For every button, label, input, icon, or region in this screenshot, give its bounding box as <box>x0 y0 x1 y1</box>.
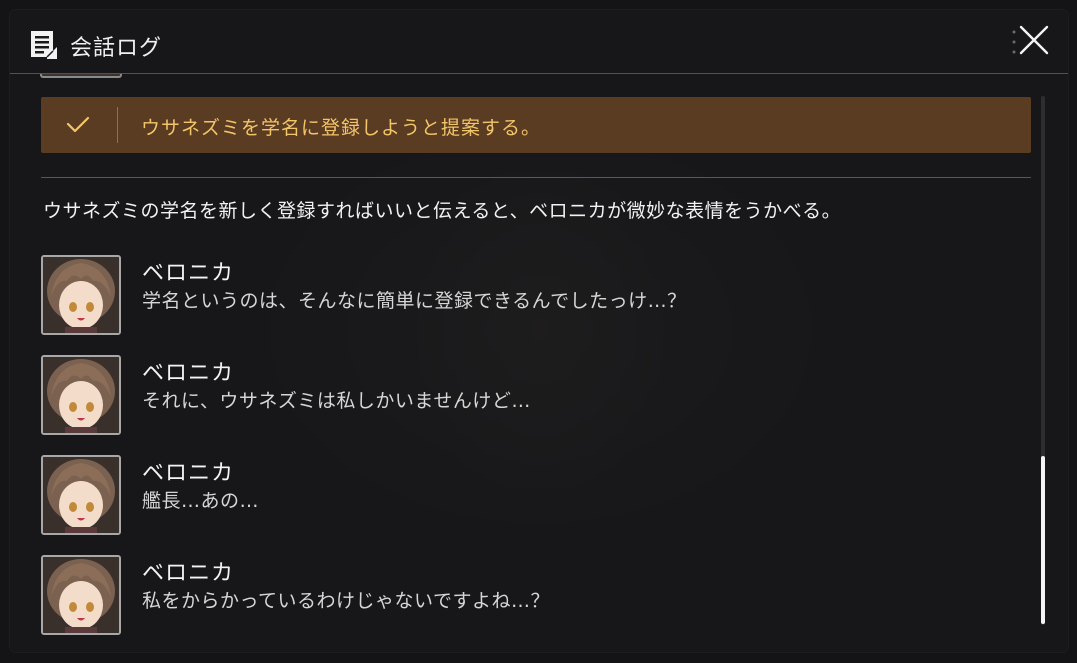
log-header: 会話ログ <box>10 10 1068 74</box>
divider <box>41 177 1031 178</box>
avatar <box>41 355 121 435</box>
log-icon <box>31 31 57 59</box>
message-entry: ベロニカ 私をからかっているわけじゃないですよね…？ <box>41 555 1001 635</box>
scrollbar-thumb[interactable] <box>1041 456 1045 624</box>
choice-text: ウサネズミを学名に登録しようと提案する。 <box>141 117 542 139</box>
narration-text: ウサネズミの学名を新しく登録すればいいと伝えると、ベロニカが微妙な表情をうかべる… <box>43 200 842 222</box>
message-text: 艦長…あの… <box>142 490 260 512</box>
panel-title: 会話ログ <box>70 36 163 61</box>
previous-entry-partial <box>40 74 122 78</box>
message-entry: ベロニカ 艦長…あの… <box>41 455 1001 535</box>
log-scroll-area[interactable]: ウサネズミを学名に登録しようと提案する。 ウサネズミの学名を新しく登録すればいい… <box>10 74 1068 652</box>
check-icon <box>66 116 90 133</box>
selected-choice: ウサネズミを学名に登録しようと提案する。 <box>41 97 1031 153</box>
message-text: それに、ウサネズミは私しかいませんけど… <box>142 390 531 412</box>
dots-icon <box>1012 30 1016 54</box>
avatar <box>41 455 121 535</box>
message-entry: ベロニカ 学名というのは、そんなに簡単に登録できるんでしたっけ…？ <box>41 255 1001 335</box>
speaker-name: ベロニカ <box>142 261 235 286</box>
speaker-name: ベロニカ <box>142 461 235 486</box>
conversation-log-panel: 会話ログ ウサネズミを学名に登録しようと提案する。 ウサネズミの学名を新しく登録… <box>10 10 1068 652</box>
scrollbar[interactable] <box>1041 96 1045 625</box>
message-text: 私をからかっているわけじゃないですよね…？ <box>142 590 550 612</box>
game-screen: 会話ログ ウサネズミを学名に登録しようと提案する。 ウサネズミの学名を新しく登録… <box>0 0 1077 663</box>
close-icon[interactable] <box>1018 24 1050 56</box>
avatar <box>40 74 122 78</box>
avatar <box>41 255 121 335</box>
message-entry: ベロニカ それに、ウサネズミは私しかいませんけど… <box>41 355 1001 435</box>
message-text: 学名というのは、そんなに簡単に登録できるんでしたっけ…？ <box>142 290 687 312</box>
avatar <box>41 555 121 635</box>
choice-divider <box>117 107 118 143</box>
speaker-name: ベロニカ <box>142 561 235 586</box>
speaker-name: ベロニカ <box>142 361 235 386</box>
